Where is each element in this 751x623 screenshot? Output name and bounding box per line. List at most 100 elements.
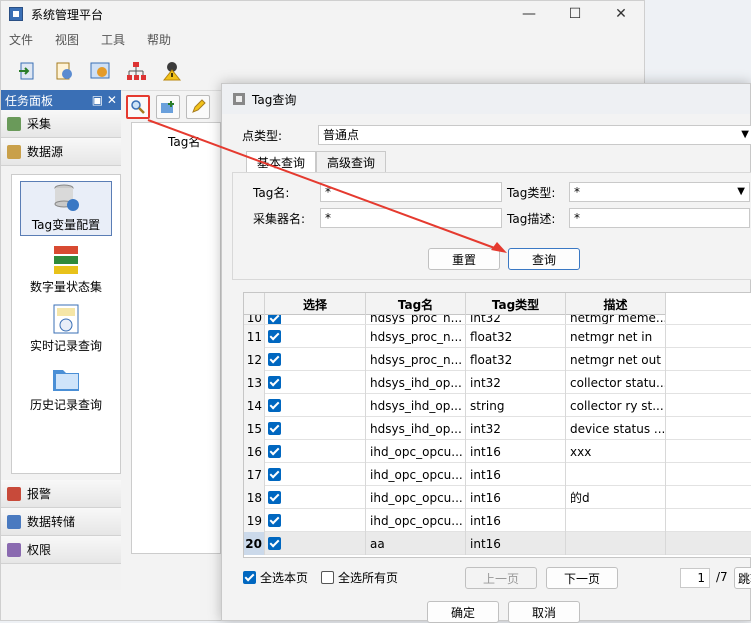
item-history-query[interactable]: 历史记录查询 [12,362,120,413]
table-row[interactable]: 12 hdsys_proc_n... float32 netmgr net out [244,348,751,371]
table-row[interactable]: 15 hdsys_ihd_op... int32 device status ... [244,417,751,440]
checkbox-checked[interactable] [268,514,281,527]
table-row[interactable]: 13 hdsys_ihd_op... int32 collector statu... [244,371,751,394]
category-data-dump[interactable]: 数据转储 [1,508,121,536]
select-page-label: 全选本页 [260,571,309,585]
tag-type-cell: int32 [466,371,566,394]
menu-help[interactable]: 帮助 [147,31,171,48]
minimize-button[interactable]: — [506,1,552,27]
tag-type-select[interactable]: * ▼ [569,182,750,202]
select-page-checkbox[interactable]: 全选本页 [243,569,308,586]
menu-view[interactable]: 视图 [55,31,79,48]
category-label: 采集 [27,117,52,131]
tag-name-input[interactable]: * [320,182,502,202]
datasource-icon [7,144,21,159]
checkbox-checked[interactable] [268,445,281,458]
table-row[interactable]: 18 ihd_opc_opcu... int16 的d [244,486,751,509]
cancel-button[interactable]: 取消 [508,601,580,623]
column-description[interactable]: 描述 [566,293,666,315]
item-digital-state[interactable]: 数字量状态集 [12,244,120,295]
row-select-cell[interactable] [265,486,366,509]
item-label: Tag变量配置 [31,218,101,232]
column-select[interactable]: 选择 [265,293,366,315]
checkbox-checked[interactable] [268,353,281,366]
window-title: 系统管理平台 [31,7,104,22]
category-datasource[interactable]: 数据源 [1,138,121,166]
item-realtime-query[interactable]: 实时记录查询 [12,303,120,354]
column-tag-type[interactable]: Tag类型 [466,293,566,315]
category-collect[interactable]: 采集 [1,110,121,138]
row-select-cell[interactable] [265,371,366,394]
table-row[interactable]: 11 hdsys_proc_n... float32 netmgr net in [244,325,751,348]
row-select-cell[interactable] [265,417,366,440]
column-tag-name[interactable]: Tag名 [366,293,466,315]
task-panel-controls[interactable]: ▣ ✕ [92,93,117,107]
permission-icon [7,542,21,557]
alarm-icon [7,486,21,501]
item-label: 实时记录查询 [29,339,102,353]
checkbox-checked [243,571,256,584]
tag-desc-input[interactable]: * [569,208,750,228]
pencil-icon [192,99,206,113]
jump-button[interactable]: 跳转 [734,567,751,589]
checkbox-checked[interactable] [268,399,281,412]
row-select-cell[interactable] [265,348,366,371]
category-permission[interactable]: 权限 [1,536,121,564]
table-row[interactable]: 20 aa int16 [244,532,751,555]
row-select-cell[interactable] [265,463,366,486]
tag-type-cell: int16 [466,440,566,463]
search-button[interactable] [126,95,150,119]
collector-input[interactable]: * [320,208,502,228]
table-row[interactable]: 16 ihd_opc_opcu... int16 xxx [244,440,751,463]
page-number-input[interactable]: 1 [680,568,710,588]
reset-button[interactable]: 重置 [428,248,500,270]
table-row[interactable]: 17 ihd_opc_opcu... int16 [244,463,751,486]
close-button[interactable]: ✕ [598,1,644,27]
checkbox-checked[interactable] [268,537,281,550]
title-bar: 系统管理平台 — ☐ ✕ [1,1,644,27]
table-row[interactable]: 14 hdsys_ihd_op... string collector ry st..… [244,394,751,417]
checkbox-checked[interactable] [268,422,281,435]
maximize-button[interactable]: ☐ [552,1,598,27]
item-tag-config[interactable]: Tag变量配置 [20,181,112,236]
alarm-user-icon[interactable] [159,58,185,84]
checkbox-checked[interactable] [268,376,281,389]
tag-name-cell: hdsys_ihd_op... [366,417,466,440]
checkbox-checked[interactable] [268,330,281,343]
tab-basic-query[interactable]: 基本查询 [246,151,317,174]
add-button[interactable] [156,95,180,119]
query-button[interactable]: 查询 [508,248,580,270]
edit-config-icon[interactable] [51,58,77,84]
checkbox-checked[interactable] [268,491,281,504]
row-select-cell[interactable] [265,532,366,555]
checkbox-unchecked [321,571,334,584]
point-type-select[interactable]: 普通点 ▼ [318,125,751,145]
tag-type-cell: int32 [466,417,566,440]
import-icon[interactable] [15,58,41,84]
table-row[interactable]: 10 hdsys_proc_n... int32 netmgr meme... [244,315,751,325]
checkbox-checked[interactable] [268,315,281,324]
row-select-cell[interactable] [265,440,366,463]
description-cell: collector statu... [566,371,666,394]
dialog-icon [233,93,245,105]
page-total: /7 [716,570,728,584]
table-row[interactable]: 19 ihd_opc_opcu... int16 [244,509,751,532]
tag-query-dialog: Tag查询 点类型: 普通点 ▼ 基本查询 高级查询 Tag名: * Tag类型… [221,83,751,623]
row-select-cell[interactable] [265,394,366,417]
select-all-checkbox[interactable]: 全选所有页 [321,569,398,586]
menu-tools[interactable]: 工具 [101,31,125,48]
menu-file[interactable]: 文件 [9,31,33,48]
row-select-cell[interactable] [265,509,366,532]
checkbox-checked[interactable] [268,468,281,481]
tab-advanced-query[interactable]: 高级查询 [316,151,387,174]
chevron-down-icon: ▼ [737,186,745,197]
next-page-button[interactable]: 下一页 [546,567,618,589]
settings-icon[interactable] [87,58,113,84]
row-select-cell[interactable] [265,325,366,348]
category-alarm[interactable]: 报警 [1,480,121,508]
network-icon[interactable] [123,58,149,84]
ok-button[interactable]: 确定 [427,601,499,623]
edit-button[interactable] [186,95,210,119]
row-select-cell[interactable] [265,315,366,324]
prev-page-button[interactable]: 上一页 [465,567,537,589]
